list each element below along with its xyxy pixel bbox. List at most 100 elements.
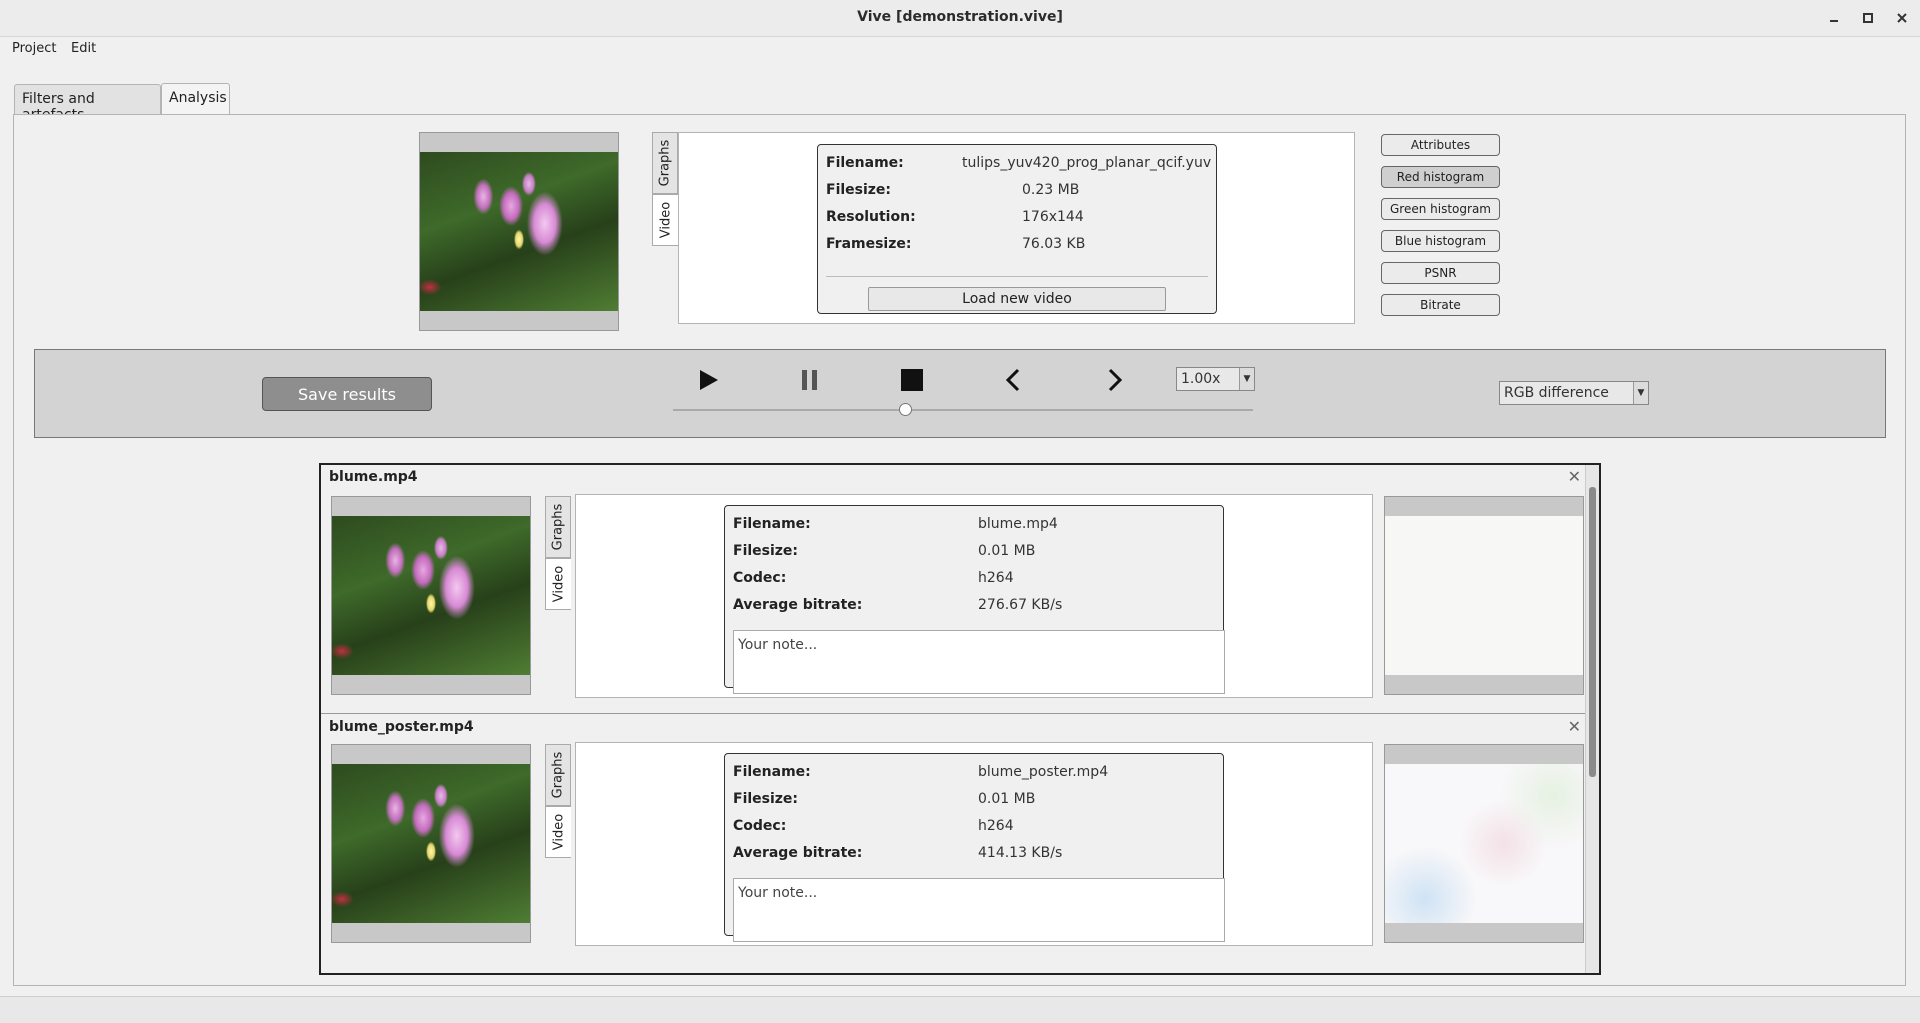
note-field[interactable]: Your note... [733, 878, 1225, 942]
psnr-button[interactable]: PSNR [1381, 262, 1500, 284]
tab-graphs[interactable]: Graphs [545, 496, 571, 558]
info-row-filesize: Filesize: 0.01 MB [733, 543, 1215, 565]
result-title: blume_poster.mp4 [329, 719, 474, 735]
menu-project[interactable]: Project [12, 41, 56, 56]
info-key: Codec: [733, 570, 787, 586]
info-key: Filename: [733, 516, 811, 532]
info-key: Average bitrate: [733, 845, 863, 861]
info-key: Framesize: [826, 236, 912, 252]
info-value: blume_poster.mp4 [978, 764, 1109, 780]
info-row-codec: Codec: h264 [733, 570, 1215, 592]
scrollbar-thumb[interactable] [1589, 487, 1596, 777]
tab-video-label: Video [658, 201, 673, 239]
difference-thumbnail [1384, 496, 1584, 695]
result-item: blume.mp4 ✕ Graphs Video Filename: blume.… [321, 465, 1585, 713]
result-info-box: Filename: blume_poster.mp4 Filesize: 0.01 … [724, 753, 1225, 942]
attributes-button[interactable]: Attributes [1381, 134, 1500, 156]
tab-video-label: Video [551, 565, 566, 603]
tab-video-label: Video [551, 813, 566, 851]
close-icon[interactable] [1890, 6, 1914, 30]
play-icon[interactable] [693, 365, 723, 395]
maximize-icon[interactable] [1856, 6, 1880, 30]
info-value: h264 [978, 570, 1014, 586]
title-bar: Vive [demonstration.vive] [0, 0, 1920, 37]
info-value: blume.mp4 [978, 516, 1058, 532]
info-key: Filename: [733, 764, 811, 780]
info-row-average-bitrate: Average bitrate: 414.13 KB/s [733, 845, 1215, 867]
info-value: 0.01 MB [978, 791, 1036, 807]
progress-slider-handle[interactable] [899, 403, 912, 416]
green-histogram-button[interactable]: Green histogram [1381, 198, 1500, 220]
info-value: 76.03 KB [1022, 236, 1086, 252]
save-results-button[interactable]: Save results [262, 377, 432, 411]
tab-video[interactable]: Video [545, 806, 571, 858]
info-row-filesize: Filesize: 0.23 MB [826, 182, 1208, 204]
tab-graphs-label: Graphs [550, 751, 566, 799]
mode-select[interactable]: RGB difference ▼ [1499, 381, 1649, 405]
red-histogram-button[interactable]: Red histogram [1381, 166, 1500, 188]
menu-edit[interactable]: Edit [71, 41, 96, 56]
note-field[interactable]: Your note... [733, 630, 1225, 694]
speed-select[interactable]: 1.00x ▼ [1176, 367, 1255, 391]
menu-bar: Project Edit [0, 37, 1920, 61]
result-info-panel: Filename: blume.mp4 Filesize: 0.01 MB Code… [575, 494, 1373, 698]
result-info-box: Filename: blume.mp4 Filesize: 0.01 MB Code… [724, 505, 1225, 694]
info-value: 0.01 MB [978, 543, 1036, 559]
info-value: 0.23 MB [1022, 182, 1080, 198]
chevron-down-icon: ▼ [1633, 382, 1648, 404]
tab-graphs[interactable]: Graphs [545, 744, 571, 806]
progress-slider-track[interactable] [673, 409, 1253, 411]
close-icon[interactable]: ✕ [1568, 717, 1581, 736]
info-key: Filename: [826, 155, 904, 171]
pause-icon[interactable] [795, 365, 825, 395]
source-info-panel: Filename: tulips_yuv420_prog_planar_qcif… [678, 132, 1355, 324]
chevron-left-icon[interactable] [998, 365, 1028, 395]
info-row-average-bitrate: Average bitrate: 276.67 KB/s [733, 597, 1215, 619]
result-video-thumbnail [331, 496, 531, 695]
info-row-framesize: Framesize: 76.03 KB [826, 236, 1208, 258]
info-value: h264 [978, 818, 1014, 834]
tab-video[interactable]: Video [652, 194, 678, 246]
difference-frame [1385, 764, 1583, 923]
info-row-filesize: Filesize: 0.01 MB [733, 791, 1215, 813]
result-video-frame [332, 516, 530, 675]
source-info-box: Filename: tulips_yuv420_prog_planar_qcif… [817, 144, 1217, 314]
blue-histogram-button[interactable]: Blue histogram [1381, 230, 1500, 252]
divider [321, 713, 1585, 714]
info-key: Filesize: [733, 543, 799, 559]
info-key: Codec: [733, 818, 787, 834]
source-video-frame [420, 152, 618, 311]
mode-value: RGB difference [1504, 385, 1609, 401]
difference-thumbnail [1384, 744, 1584, 943]
chevron-right-icon[interactable] [1100, 365, 1130, 395]
tab-filters-and-artefacts[interactable]: Filters and artefacts [14, 84, 161, 123]
info-value: 176x144 [1022, 209, 1084, 225]
tab-video[interactable]: Video [545, 558, 571, 610]
minimize-icon[interactable] [1822, 6, 1846, 30]
tab-graphs-label: Graphs [657, 139, 673, 187]
chevron-down-icon: ▼ [1239, 368, 1254, 390]
tab-graphs[interactable]: Graphs [652, 132, 678, 194]
info-value: tulips_yuv420_prog_planar_qcif.yuv [962, 155, 1212, 171]
info-key: Resolution: [826, 209, 916, 225]
speed-value: 1.00x [1181, 371, 1221, 387]
divider [826, 276, 1208, 277]
result-video-frame [332, 764, 530, 923]
tab-graphs-label: Graphs [550, 503, 566, 551]
stop-icon[interactable] [897, 365, 927, 395]
bitrate-button[interactable]: Bitrate [1381, 294, 1500, 316]
info-value: 276.67 KB/s [978, 597, 1063, 613]
info-row-filename: Filename: tulips_yuv420_prog_planar_qcif… [826, 155, 1212, 177]
playback-bar: Save results 1.00x ▼ RGB difference ▼ [34, 349, 1886, 438]
close-icon[interactable]: ✕ [1568, 467, 1581, 486]
tab-analysis[interactable]: Analysis [161, 83, 230, 114]
info-row-filename: Filename: blume.mp4 [733, 516, 1215, 538]
info-key: Average bitrate: [733, 597, 863, 613]
results-scrollbar[interactable] [1585, 465, 1599, 973]
info-row-filename: Filename: blume_poster.mp4 [733, 764, 1215, 786]
status-bar [0, 996, 1920, 1023]
info-key: Filesize: [826, 182, 892, 198]
info-row-resolution: Resolution: 176x144 [826, 209, 1208, 231]
results-list[interactable]: blume.mp4 ✕ Graphs Video Filename: blume.… [319, 463, 1601, 975]
load-new-video-button[interactable]: Load new video [868, 287, 1166, 311]
